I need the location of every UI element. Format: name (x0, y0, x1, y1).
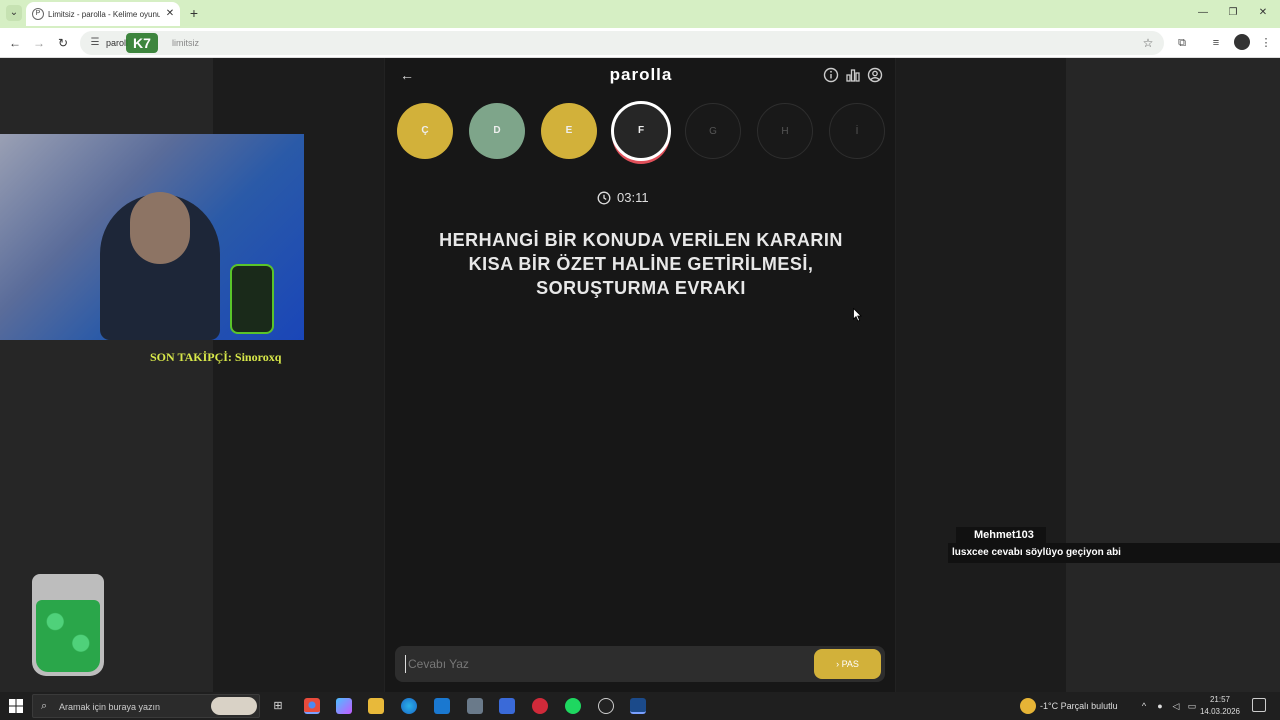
question-text: HERHANGİ BİR KONUDA VERİLEN KARARIN KISA… (439, 230, 843, 298)
pass-button-label: PAS (841, 659, 859, 669)
clock-icon (597, 191, 611, 205)
timer-value: 03:11 (617, 190, 649, 205)
reload-icon[interactable]: ↻ (54, 34, 72, 52)
outlook-taskbar-icon[interactable] (434, 698, 450, 714)
candy-jar-overlay (32, 574, 104, 676)
info-icon[interactable] (823, 67, 839, 83)
mouse-cursor-icon (853, 308, 862, 322)
clock-date: 14.03.2026 (1199, 707, 1241, 716)
tab-favicon-icon: P (32, 8, 44, 20)
jar-contents (36, 600, 100, 672)
spotify-taskbar-icon[interactable] (565, 698, 581, 714)
file-explorer-taskbar-icon[interactable] (368, 698, 384, 714)
search-icon: ⌕ (41, 700, 48, 712)
last-follower-label: SON TAKİPÇİ: Sinoroxq (150, 350, 282, 364)
extensions-icon[interactable]: ⧉ (1174, 35, 1190, 51)
letter-circle[interactable]: E (541, 103, 597, 159)
browser-menu-icon[interactable]: ⋮ (1258, 35, 1274, 51)
pass-button[interactable]: › PAS (814, 649, 881, 679)
search-highlight-image (211, 697, 257, 715)
site-info-icon[interactable]: ☰ (88, 36, 102, 50)
tab-close-icon[interactable]: ✕ (164, 7, 176, 21)
tab-title: Limitsiz - parolla - Kelime oyunu (48, 10, 160, 19)
microphone-icon[interactable]: ● (1154, 699, 1166, 713)
right-background-panel (1066, 58, 1280, 692)
weather-text[interactable]: -1°C Parçalı bulutlu (1040, 699, 1130, 713)
letter-circle[interactable]: G (685, 103, 741, 159)
app-title: parolla (609, 65, 673, 84)
obs-taskbar-icon[interactable] (598, 698, 614, 714)
volume-icon[interactable]: ◁ (1170, 699, 1182, 713)
media-control-icon[interactable]: ≡ (1208, 35, 1224, 51)
chat-message: lusxcee cevabı söylüyo geçiyon abi (948, 543, 1280, 563)
windows-start-icon[interactable] (8, 698, 24, 714)
window-close-icon[interactable]: ✕ (1252, 4, 1274, 22)
answer-input[interactable] (405, 655, 785, 673)
weather-icon[interactable] (1020, 698, 1036, 714)
app-back-arrow-icon[interactable]: ← (399, 66, 415, 84)
notifications-icon[interactable] (1252, 698, 1266, 712)
taskbar-clock[interactable]: 21:57 14.03.2026 (1198, 694, 1242, 718)
stats-icon[interactable] (845, 67, 861, 83)
taskbar-search-placeholder: Aramak için buraya yazın (59, 702, 161, 712)
taskbar-search[interactable]: ⌕ Aramak için buraya yazın (32, 694, 260, 718)
letter-circle-active[interactable]: F (611, 101, 671, 161)
timer: 03:11 (597, 189, 687, 207)
webcam-person-head (130, 192, 190, 264)
url-bar[interactable]: ☰ paroll limitsiz K7 ☆ (80, 31, 1164, 55)
steam-taskbar-icon[interactable] (630, 698, 646, 714)
new-tab-icon[interactable]: + (186, 5, 202, 21)
webcam-rgb-device (230, 264, 274, 334)
store-taskbar-icon[interactable] (499, 698, 515, 714)
mail-taskbar-icon[interactable] (467, 698, 483, 714)
browser-tab-bar: ⌄ P Limitsiz - parolla - Kelime oyunu ✕ … (0, 0, 1280, 28)
media-app-taskbar-icon[interactable] (532, 698, 548, 714)
letter-circle[interactable]: D (469, 103, 525, 159)
task-view-icon[interactable]: ⊞ (270, 698, 286, 714)
network-icon[interactable]: ▭ (1186, 699, 1198, 713)
letter-circle[interactable]: Ç (397, 103, 453, 159)
back-icon[interactable]: ← (6, 34, 24, 52)
tab-list-icon[interactable]: ⌄ (6, 5, 22, 21)
restore-icon[interactable]: ❐ (1222, 4, 1244, 22)
chat-username: Mehmet103 (956, 527, 1046, 543)
k7-overlay-logo: K7 (126, 33, 158, 53)
parolla-app: ← parolla Ç D E F G H İ 03:11 HERHANGİ B… (384, 58, 896, 692)
bookmark-star-icon[interactable]: ☆ (1140, 35, 1156, 51)
windows-taskbar: ⌕ Aramak için buraya yazın ⊞ -1°C Parçal… (0, 692, 1280, 720)
chrome-taskbar-icon[interactable] (304, 698, 320, 714)
clock-time: 21:57 (1209, 695, 1231, 704)
account-icon[interactable] (867, 67, 883, 83)
answer-bar: › PAS (395, 646, 885, 682)
tray-overflow-icon[interactable]: ^ (1138, 699, 1150, 713)
profile-avatar[interactable] (1234, 34, 1250, 50)
forward-icon[interactable]: → (30, 34, 48, 52)
minimize-icon[interactable]: — (1192, 4, 1214, 22)
page-viewport: ← parolla Ç D E F G H İ 03:11 HERHANGİ B… (0, 58, 1280, 692)
letter-circle[interactable]: H (757, 103, 813, 159)
letter-circle[interactable]: İ (829, 103, 885, 159)
copilot-taskbar-icon[interactable] (336, 698, 352, 714)
browser-tab[interactable]: P Limitsiz - parolla - Kelime oyunu ✕ (26, 2, 180, 26)
edge-taskbar-icon[interactable] (401, 698, 417, 714)
address-toolbar: ← → ↻ ☰ paroll limitsiz K7 ☆ ⧉ ≡ ⋮ (0, 28, 1280, 58)
webcam-overlay (0, 134, 304, 340)
